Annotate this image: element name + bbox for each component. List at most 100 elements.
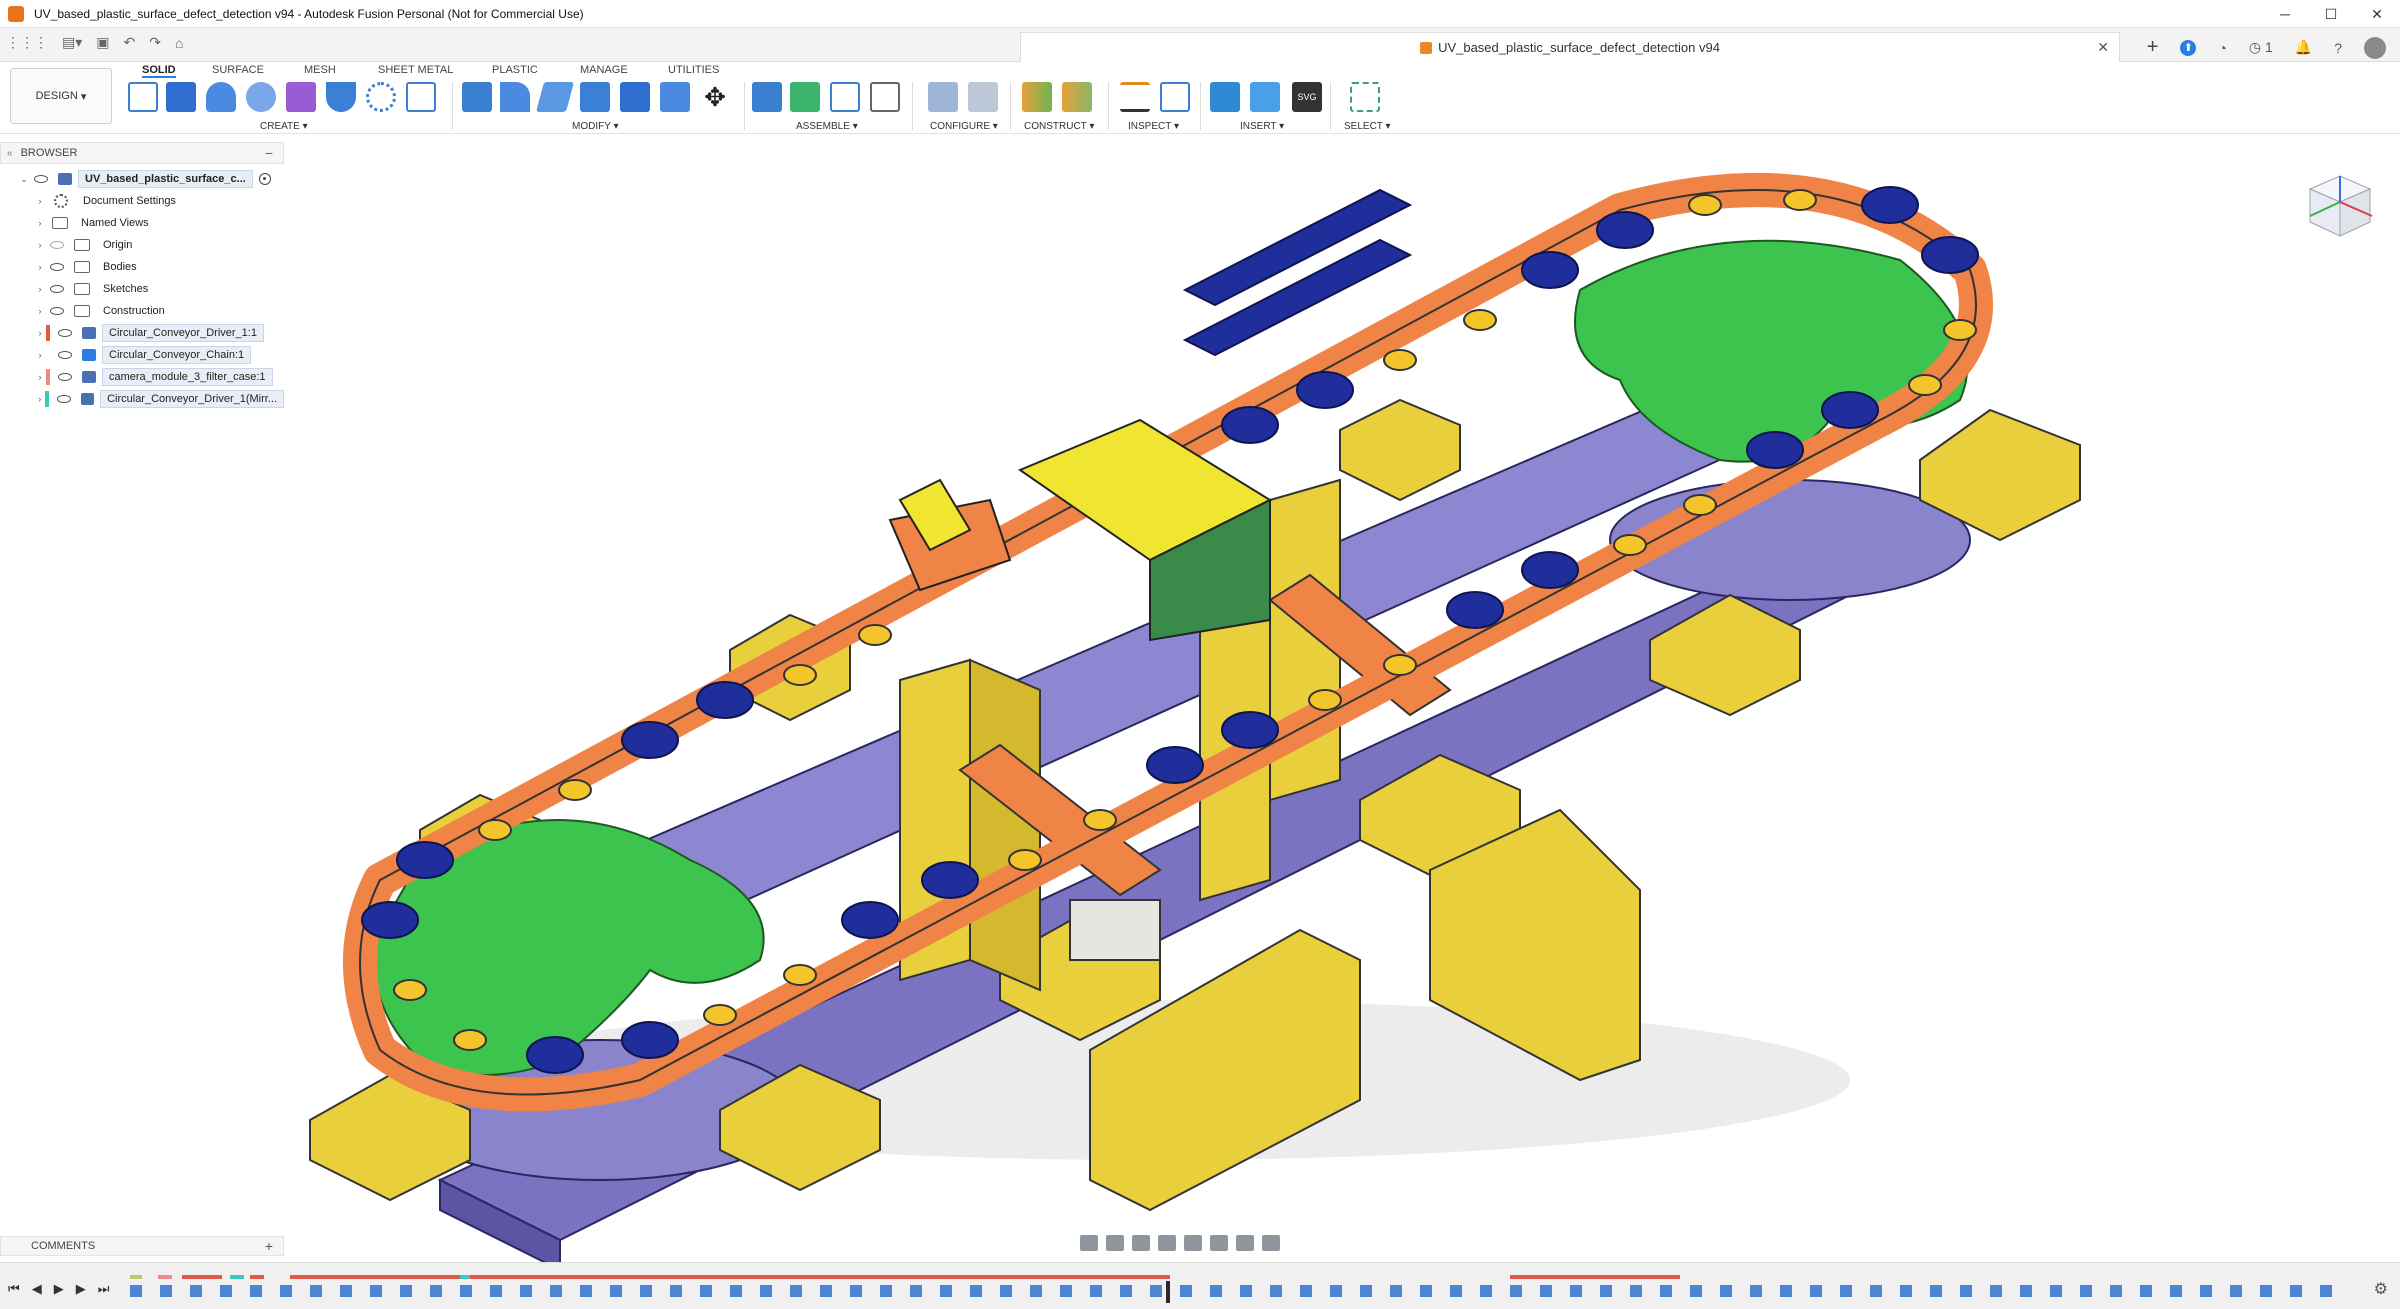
grid-settings-icon[interactable] [1236,1235,1254,1251]
insert-derive-icon[interactable] [1210,82,1240,112]
viewports-icon[interactable] [1262,1235,1280,1251]
save-icon[interactable]: ▣ [96,34,109,51]
apps-grid-icon[interactable]: ⋮⋮⋮ [6,34,48,51]
insert-canvas-icon[interactable] [1250,82,1280,112]
browser-item[interactable]: › camera_module_3_filter_case:1 [0,366,284,388]
new-component-icon[interactable] [286,82,316,112]
browser-item[interactable]: › Bodies [0,256,284,278]
press-pull-icon[interactable] [462,82,492,112]
group-construct[interactable]: CONSTRUCT ▾ [1024,121,1094,132]
extrude-icon[interactable] [166,82,196,112]
chamfer-icon[interactable] [535,82,575,112]
browser-item[interactable]: › Document Settings [0,190,284,212]
browser-root-row[interactable]: ⌄ UV_based_plastic_surface_c... [0,168,284,190]
timeline-next-icon[interactable]: ▶ [76,1281,86,1297]
fillet-icon[interactable] [500,82,530,112]
visibility-eye-icon[interactable] [50,285,64,293]
group-insert[interactable]: INSERT ▾ [1240,121,1284,132]
tab-mesh[interactable]: MESH [304,64,336,76]
zoom-icon[interactable] [1158,1235,1176,1251]
chevron-down-icon[interactable]: ⌄ [18,174,30,185]
offset-plane-icon[interactable] [1022,82,1052,112]
browser-item[interactable]: › Named Views [0,212,284,234]
group-assemble[interactable]: ASSEMBLE ▾ [796,121,858,132]
chevron-right-icon[interactable]: › [34,394,45,404]
hole-icon[interactable] [246,82,276,112]
jobs-icon[interactable]: ◷ 1 [2249,39,2273,56]
close-tab-icon[interactable]: ✕ [2097,39,2109,56]
browser-item[interactable]: › Origin [0,234,284,256]
minimize-button[interactable]: ─ [2262,0,2308,28]
group-inspect[interactable]: INSPECT ▾ [1128,121,1179,132]
new-tab-button[interactable]: + [2147,36,2159,59]
measure-icon[interactable] [1120,82,1150,112]
browser-item[interactable]: › Circular_Conveyor_Driver_1(Mirr... [0,388,285,410]
visibility-eye-icon[interactable] [58,373,72,381]
sketch-icon[interactable] [406,82,436,112]
split-body-icon[interactable] [660,82,690,112]
viewcube[interactable] [2300,164,2380,244]
maximize-button[interactable]: ☐ [2308,0,2354,28]
browser-item[interactable]: › Circular_Conveyor_Driver_1:1 [0,322,284,344]
pattern-icon[interactable] [366,82,396,112]
tab-plastic[interactable]: PLASTIC [492,64,538,76]
3d-viewport[interactable] [0,134,2400,1272]
visibility-eye-icon[interactable] [57,395,71,403]
tab-utilities[interactable]: UTILITIES [668,64,719,76]
chevron-right-icon[interactable]: › [34,218,46,228]
chevron-right-icon[interactable]: › [34,372,46,382]
visibility-eye-icon[interactable] [50,307,64,315]
plane-at-angle-icon[interactable] [1062,82,1092,112]
browser-item[interactable]: › Construction [0,300,284,322]
tab-surface[interactable]: SURFACE [212,64,264,76]
shell-modify-icon[interactable] [580,82,610,112]
visibility-eye-icon[interactable] [50,263,64,271]
timeline-prev-icon[interactable]: ◀ [32,1281,42,1297]
tab-manage[interactable]: MANAGE [580,64,628,76]
combine-icon[interactable] [620,82,650,112]
home-icon[interactable]: ⌂ [175,35,183,51]
group-configure[interactable]: CONFIGURE ▾ [930,121,998,132]
hidden-eye-icon[interactable] [50,241,64,249]
display-settings-icon[interactable] [1210,1235,1228,1251]
tab-solid[interactable]: SOLID [142,64,176,78]
section-analysis-icon[interactable] [1160,82,1190,112]
browser-item[interactable]: › Sketches [0,278,284,300]
orbit-icon[interactable] [1080,1235,1098,1251]
close-window-button[interactable]: ✕ [2354,0,2400,28]
conveyor-model-render[interactable] [0,134,2400,1272]
motion-link-icon[interactable] [870,82,900,112]
pan-icon[interactable] [1132,1235,1150,1251]
move-copy-icon[interactable]: ✥ [700,82,730,112]
browser-item[interactable]: › Circular_Conveyor_Chain:1 [0,344,284,366]
joint-icon[interactable] [752,82,782,112]
as-built-joint-icon[interactable] [830,82,860,112]
chevron-right-icon[interactable]: › [34,350,46,360]
file-menu-icon[interactable]: ▤▾ [62,34,82,51]
visibility-eye-icon[interactable] [58,351,72,359]
shell-icon[interactable] [326,82,356,112]
minimize-browser-icon[interactable]: − [265,145,273,161]
collapse-panel-icon[interactable]: « [7,148,13,159]
chevron-right-icon[interactable]: › [34,284,46,294]
group-create[interactable]: CREATE ▾ [260,121,308,132]
timeline-settings-gear-icon[interactable]: ⚙ [2374,1279,2388,1299]
user-avatar[interactable] [2364,36,2386,59]
new-component-assemble-icon[interactable] [790,82,820,112]
timeline-feature-track[interactable] [130,1273,2350,1303]
chevron-right-icon[interactable]: › [34,306,46,316]
workspace-switcher[interactable]: DESIGN ▾ [10,68,112,124]
chevron-right-icon[interactable]: › [34,196,46,206]
activate-component-icon[interactable] [258,173,271,185]
add-comment-button[interactable]: + [265,1238,273,1254]
fit-icon[interactable] [1184,1235,1202,1251]
notifications-bell-icon[interactable]: 🔔 [2295,39,2312,56]
configure-table-icon[interactable] [968,82,998,112]
chevron-right-icon[interactable]: › [34,328,46,338]
help-icon[interactable]: ? [2334,40,2342,56]
redo-icon[interactable]: ↷ [149,34,161,51]
data-panel-icon[interactable]: ⬆ [2180,39,2197,56]
select-icon[interactable] [1350,82,1380,112]
revolve-icon[interactable] [206,82,236,112]
timeline-first-icon[interactable]: ⏮ [8,1281,20,1297]
